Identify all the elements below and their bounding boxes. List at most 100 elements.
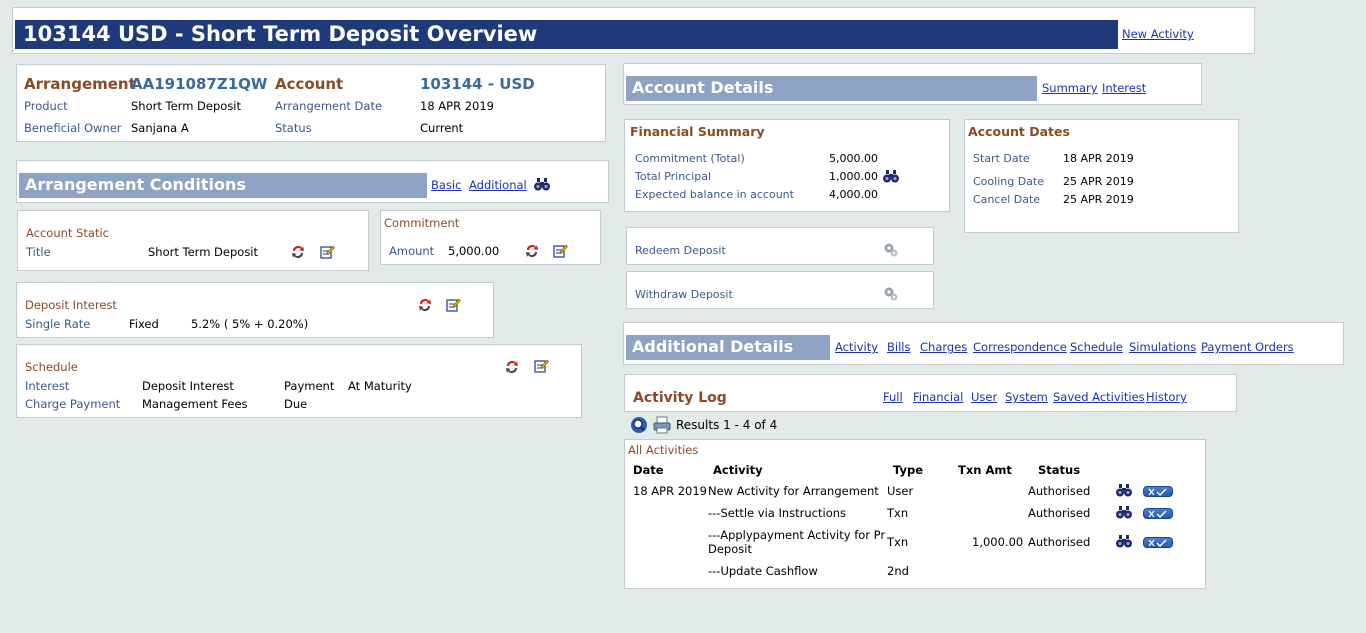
account-dates-heading: Account Dates <box>968 124 1070 139</box>
financial-summary-heading: Financial Summary <box>630 124 765 139</box>
binoculars-icon[interactable] <box>1116 535 1132 551</box>
deposit-interest-panel: Deposit Interest Single Rate Fixed 5.2% … <box>16 282 494 338</box>
additional-details-panel: Additional Details Activity Bills Charge… <box>623 322 1344 365</box>
schedule-link[interactable]: Schedule <box>1070 340 1123 354</box>
arrangement-label: Arrangement <box>24 75 136 93</box>
binoculars-icon[interactable] <box>1116 506 1132 522</box>
payment-label: Payment <box>284 379 335 393</box>
activity-link[interactable]: Activity <box>835 340 878 354</box>
history-link[interactable]: History <box>1146 390 1187 404</box>
total-principal-value: 1,000.00 <box>829 170 878 183</box>
refresh-icon[interactable] <box>290 244 306 263</box>
authorise-icon[interactable] <box>1143 486 1173 497</box>
edit-icon[interactable] <box>320 244 335 262</box>
status-value: Current <box>420 121 464 135</box>
beneficial-owner-label: Beneficial Owner <box>24 121 122 135</box>
table-cell-activity-cont: Deposit <box>708 542 752 556</box>
expected-balance-label: Expected balance in account <box>635 188 794 201</box>
account-id: 103144 - USD <box>420 75 535 93</box>
table-cell-type: Txn <box>887 535 909 549</box>
bills-link[interactable]: Bills <box>887 340 910 354</box>
commitment-panel: Commitment Amount 5,000.00 <box>380 210 601 265</box>
conditions-header-panel: Arrangement Conditions Basic Additional <box>16 160 609 203</box>
arrangement-date-label: Arrangement Date <box>275 99 383 113</box>
product-value: Short Term Deposit <box>131 99 242 113</box>
financial-link[interactable]: Financial <box>913 390 963 404</box>
account-dates-panel: Account Dates Start Date 18 APR 2019 Coo… <box>964 119 1239 233</box>
gears-icon[interactable] <box>883 242 899 261</box>
print-icon[interactable] <box>653 416 671 437</box>
additional-link[interactable]: Additional <box>469 178 527 192</box>
search-icon[interactable] <box>630 416 648 437</box>
amount-value: 5,000.00 <box>448 244 500 258</box>
payment-orders-link[interactable]: Payment Orders <box>1201 340 1294 354</box>
saved-activities-link[interactable]: Saved Activities <box>1053 390 1145 404</box>
interest-value: Deposit Interest <box>142 379 234 393</box>
authorise-icon[interactable] <box>1143 537 1173 548</box>
table-cell-type: 2nd <box>887 564 909 578</box>
table-cell-activity: ---Applypayment Activity for Pr <box>708 528 886 542</box>
full-link[interactable]: Full <box>883 390 903 404</box>
redeem-deposit-panel[interactable]: Redeem Deposit <box>626 227 934 265</box>
table-cell-status: Authorised <box>1028 506 1091 520</box>
new-activity-link[interactable]: New Activity <box>1122 27 1194 41</box>
table-cell-activity: ---Update Cashflow <box>708 564 818 578</box>
table-cell-status: Authorised <box>1028 484 1091 498</box>
binoculars-icon[interactable] <box>883 170 899 186</box>
start-date-value: 18 APR 2019 <box>1063 152 1134 165</box>
product-label: Product <box>24 99 68 113</box>
binoculars-icon[interactable] <box>1116 484 1132 500</box>
cooling-date-value: 25 APR 2019 <box>1063 175 1134 188</box>
beneficial-owner-value: Sanjana A <box>131 121 189 135</box>
withdraw-deposit-label[interactable]: Withdraw Deposit <box>635 288 733 301</box>
binoculars-icon[interactable] <box>534 178 550 194</box>
column-header-status: Status <box>1038 463 1081 477</box>
title-value: Short Term Deposit <box>148 245 259 259</box>
refresh-icon[interactable] <box>504 359 520 378</box>
interest-link[interactable]: Interest <box>1102 81 1146 95</box>
total-principal-label: Total Principal <box>635 170 712 183</box>
table-cell-type: Txn <box>887 506 909 520</box>
status-label: Status <box>275 121 312 135</box>
withdraw-deposit-panel[interactable]: Withdraw Deposit <box>626 271 934 309</box>
table-cell-type: User <box>887 484 914 498</box>
simulations-link[interactable]: Simulations <box>1129 340 1196 354</box>
edit-icon[interactable] <box>446 297 461 315</box>
activity-log-header-panel: Activity Log Full Financial User System … <box>624 374 1237 412</box>
column-header-type: Type <box>893 463 924 477</box>
column-header-date: Date <box>633 463 664 477</box>
charges-link[interactable]: Charges <box>920 340 967 354</box>
arrangement-id: AA191087Z1QW <box>131 75 268 93</box>
table-cell-activity: ---Settle via Instructions <box>708 506 847 520</box>
edit-icon[interactable] <box>534 358 549 376</box>
commitment-total-value: 5,000.00 <box>829 152 878 165</box>
user-link[interactable]: User <box>971 390 997 404</box>
schedule-panel: Schedule Interest Deposit Interest Payme… <box>16 344 582 418</box>
header-panel: 103144 USD - Short Term Deposit Overview… <box>12 7 1255 54</box>
summary-link[interactable]: Summary <box>1042 81 1098 95</box>
arrangement-panel: Arrangement AA191087Z1QW Account 103144 … <box>16 64 606 142</box>
charge-payment-label: Charge Payment <box>25 397 121 411</box>
commitment-total-label: Commitment (Total) <box>635 152 745 165</box>
account-label: Account <box>275 75 344 93</box>
edit-icon[interactable] <box>553 243 568 261</box>
refresh-icon[interactable] <box>417 297 433 316</box>
page-title: 103144 USD - Short Term Deposit Overview <box>15 20 1118 49</box>
authorise-icon[interactable] <box>1143 508 1173 519</box>
financial-summary-panel: Financial Summary Commitment (Total) 5,0… <box>624 119 950 212</box>
refresh-icon[interactable] <box>524 243 540 262</box>
correspondence-link[interactable]: Correspondence <box>973 340 1067 354</box>
commitment-heading: Commitment <box>384 216 460 230</box>
gears-icon[interactable] <box>883 286 899 305</box>
table-cell-activity: New Activity for Arrangement <box>708 484 879 498</box>
cancel-date-label: Cancel Date <box>973 193 1041 206</box>
basic-link[interactable]: Basic <box>431 178 461 192</box>
account-details-title: Account Details <box>626 76 1037 101</box>
column-header-txn-amt: Txn Amt <box>958 463 1012 477</box>
interest-label: Interest <box>25 379 70 393</box>
system-link[interactable]: System <box>1005 390 1048 404</box>
cancel-date-value: 25 APR 2019 <box>1063 193 1134 206</box>
rate-value: 5.2% ( 5% + 0.20%) <box>191 317 309 331</box>
title-label: Title <box>26 245 51 259</box>
redeem-deposit-label[interactable]: Redeem Deposit <box>635 244 726 257</box>
